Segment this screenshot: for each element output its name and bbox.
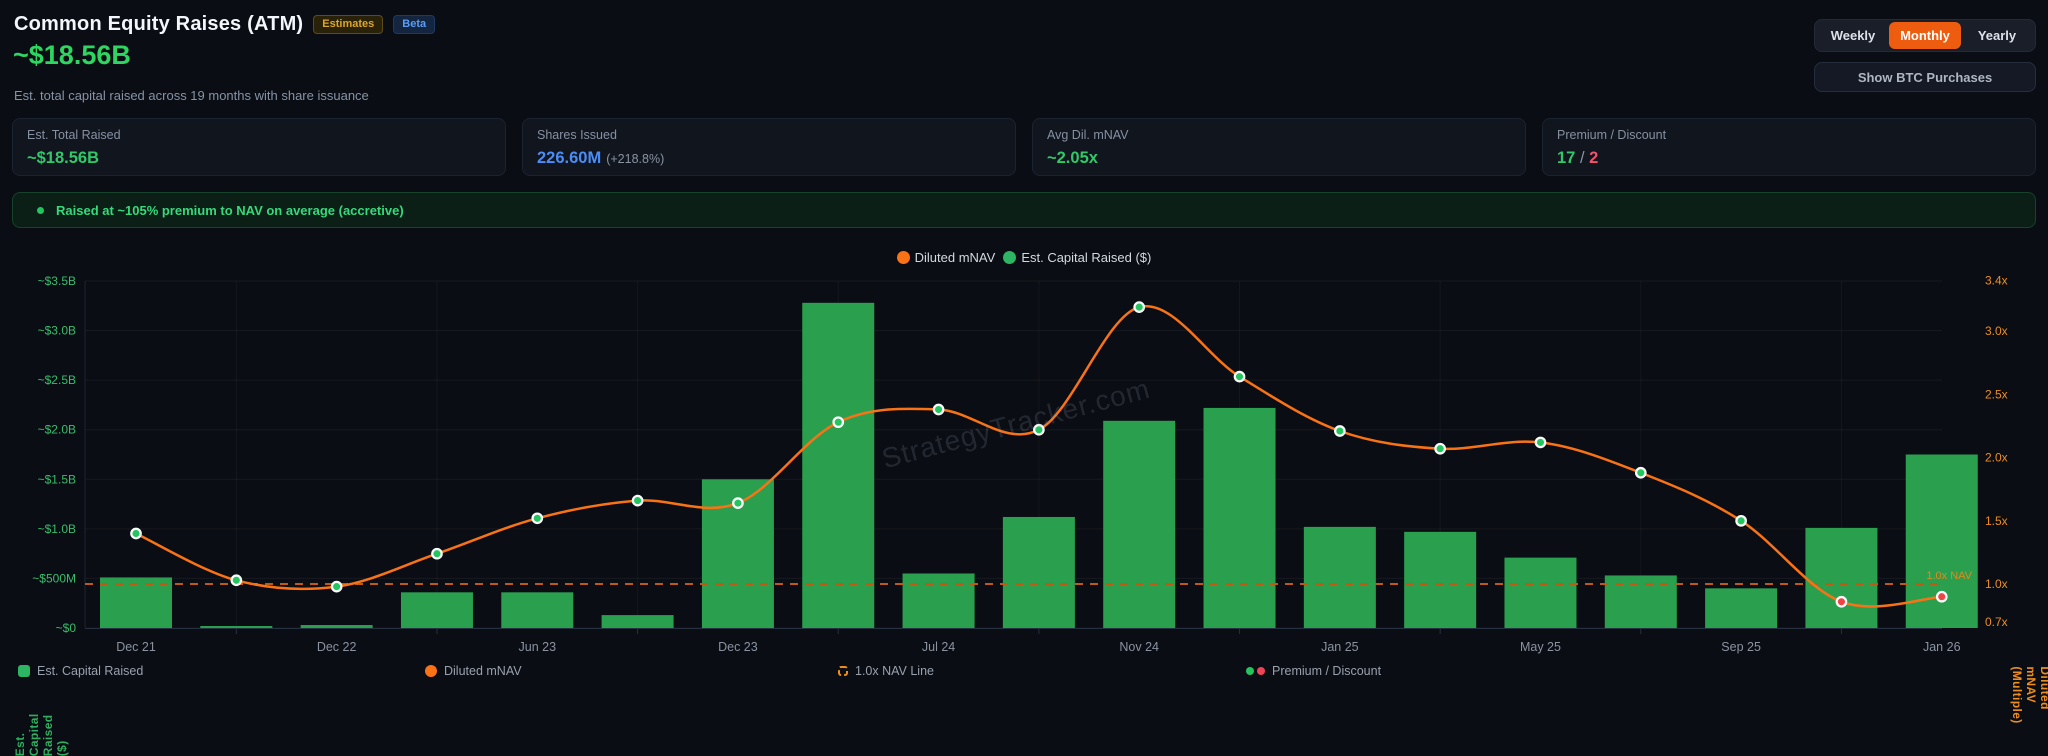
legend-label: 1.0x NAV Line <box>855 664 934 678</box>
stat-value: 17 / 2 <box>1557 149 2021 168</box>
svg-text:1.0x NAV: 1.0x NAV <box>1926 570 1972 582</box>
svg-text:Jun 23: Jun 23 <box>519 640 557 654</box>
legend-diluted-mnav[interactable]: Diluted mNAV <box>897 250 996 265</box>
stat-card-total-raised: Est. Total Raised ~$18.56B <box>12 118 506 176</box>
svg-text:Dec 21: Dec 21 <box>116 640 156 654</box>
svg-text:Jul 24: Jul 24 <box>922 640 955 654</box>
stat-value: ~2.05x <box>1047 149 1511 168</box>
chart-legend-bottom: Est. Capital Raised Diluted mNAV 1.0x NA… <box>0 664 2048 684</box>
stat-value: ~$18.56B <box>27 149 491 168</box>
stat-label: Shares Issued <box>537 128 1001 142</box>
legend-diluted-mnav-bottom: Diluted mNAV <box>425 664 522 678</box>
legend-nav-line: 1.0x NAV Line <box>838 664 934 678</box>
page-title: Common Equity Raises (ATM) <box>14 13 303 36</box>
range-tab-group: Weekly Monthly Yearly <box>1814 19 2036 52</box>
chart-area: 1.0x NAV ~$3.5B ~$3.0B ~$2.5B ~$2.0B ~$1.5B ~$… <box>0 240 2048 688</box>
left-axis-title: Est. Capital Raised ($) <box>13 713 69 756</box>
accretive-banner: Raised at ~105% premium to NAV on averag… <box>12 192 2036 228</box>
legend-label: Diluted mNAV <box>444 664 522 678</box>
svg-text:Nov 24: Nov 24 <box>1119 640 1159 654</box>
dashed-line-icon <box>838 666 848 676</box>
svg-text:Sep 25: Sep 25 <box>1721 640 1761 654</box>
stat-value: 226.60M (+218.8%) <box>537 149 1001 168</box>
show-btc-purchases-button[interactable]: Show BTC Purchases <box>1814 62 2036 92</box>
svg-text:3.0x: 3.0x <box>1985 324 2008 338</box>
svg-text:~$0: ~$0 <box>56 621 77 635</box>
svg-text:~$3.5B: ~$3.5B <box>38 274 76 288</box>
svg-text:1.0x: 1.0x <box>1985 577 2008 591</box>
stat-label: Premium / Discount <box>1557 128 2021 142</box>
svg-text:Jan 26: Jan 26 <box>1923 640 1961 654</box>
banner-text: Raised at ~105% premium to NAV on averag… <box>56 203 404 218</box>
chart-legend-top: Diluted mNAV Est. Capital Raised ($) <box>0 250 2048 265</box>
shares-change: (+218.8%) <box>606 152 664 166</box>
tab-yearly[interactable]: Yearly <box>1961 22 2033 49</box>
legend-capital-raised[interactable]: Est. Capital Raised ($) <box>1003 250 1151 265</box>
legend-label: Premium / Discount <box>1272 664 1381 678</box>
svg-text:~$3.0B: ~$3.0B <box>38 324 76 338</box>
orange-dot-icon <box>425 665 437 677</box>
stat-label: Est. Total Raised <box>27 128 491 142</box>
total-raised-hero-value: ~$18.56B <box>13 40 131 71</box>
orange-dot-icon <box>897 251 910 264</box>
svg-text:~$1.0B: ~$1.0B <box>38 522 76 536</box>
header: Common Equity Raises (ATM) Estimates Bet… <box>14 13 435 36</box>
stat-card-premium-discount: Premium / Discount 17 / 2 <box>1542 118 2036 176</box>
svg-text:~$500M: ~$500M <box>32 571 76 585</box>
legend-est-capital-raised: Est. Capital Raised <box>18 664 143 678</box>
green-square-icon <box>18 665 30 677</box>
tab-weekly[interactable]: Weekly <box>1817 22 1889 49</box>
stat-card-shares-issued: Shares Issued 226.60M (+218.8%) <box>522 118 1016 176</box>
separator: / <box>1580 149 1585 167</box>
svg-text:2.5x: 2.5x <box>1985 387 2008 401</box>
shares-value: 226.60M <box>537 149 601 167</box>
premium-count: 17 <box>1557 149 1575 167</box>
stat-card-avg-mnav: Avg Dil. mNAV ~2.05x <box>1032 118 1526 176</box>
discount-count: 2 <box>1589 149 1598 167</box>
svg-text:Dec 22: Dec 22 <box>317 640 357 654</box>
svg-text:Jan 25: Jan 25 <box>1321 640 1359 654</box>
green-dot-icon <box>1246 667 1254 675</box>
green-dot-icon <box>37 207 44 214</box>
legend-label: Est. Capital Raised <box>37 664 143 678</box>
green-dot-icon <box>1003 251 1016 264</box>
legend-label: Diluted mNAV <box>915 250 996 265</box>
svg-text:0.7x: 0.7x <box>1985 615 2008 629</box>
tab-monthly[interactable]: Monthly <box>1889 22 1961 49</box>
page-subtitle: Est. total capital raised across 19 mont… <box>14 88 369 103</box>
svg-text:~$1.5B: ~$1.5B <box>38 472 76 486</box>
svg-text:~$2.5B: ~$2.5B <box>38 373 76 387</box>
svg-text:Dec 23: Dec 23 <box>718 640 758 654</box>
legend-premium-discount: Premium / Discount <box>1246 664 1381 678</box>
svg-text:2.0x: 2.0x <box>1985 451 2008 465</box>
stat-label: Avg Dil. mNAV <box>1047 128 1511 142</box>
svg-text:1.5x: 1.5x <box>1985 514 2008 528</box>
svg-text:~$2.0B: ~$2.0B <box>38 423 76 437</box>
chart-canvas[interactable]: 1.0x NAV ~$3.5B ~$3.0B ~$2.5B ~$2.0B ~$1.5B ~$… <box>0 240 2048 688</box>
estimates-badge: Estimates <box>313 15 383 34</box>
legend-label: Est. Capital Raised ($) <box>1021 250 1151 265</box>
red-dot-icon <box>1257 667 1265 675</box>
beta-badge: Beta <box>393 15 435 34</box>
svg-text:3.4x: 3.4x <box>1985 274 2008 288</box>
stats-row: Est. Total Raised ~$18.56B Shares Issued… <box>12 118 2036 176</box>
svg-text:May 25: May 25 <box>1520 640 1561 654</box>
